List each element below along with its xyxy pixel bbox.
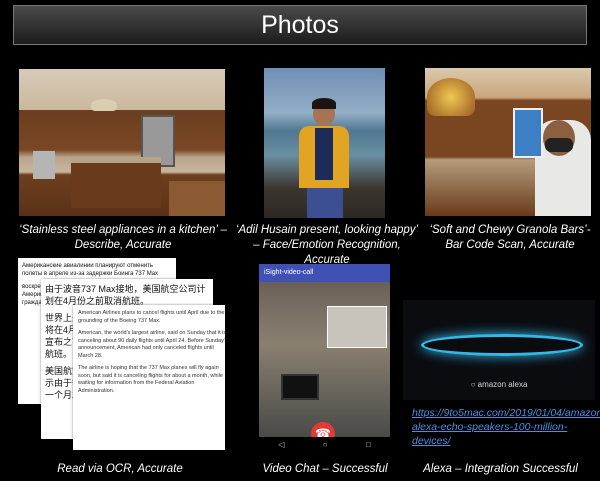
doc-en-paragraph: American, the world's largest airline, s…: [78, 330, 225, 359]
tiffany-lamp: [427, 78, 475, 116]
recents-icon[interactable]: □: [366, 440, 371, 449]
doc-en-paragraph: The airline is hoping that the 737 Max p…: [78, 365, 223, 394]
android-nav-bar: ◁ ○ □: [259, 437, 390, 451]
kitchen-island: [71, 157, 161, 208]
television: [281, 374, 319, 400]
doc-en-paragraph: American Airlines plans to cancel flight…: [78, 310, 225, 324]
floor: [169, 181, 225, 216]
video-caption: Video Chat – Successful: [262, 463, 388, 475]
home-icon[interactable]: ○: [323, 440, 328, 449]
alexa-device-image: ○ amazon alexa: [403, 300, 595, 400]
granola-caption: ‘Soft and Chewy Granola Bars’- Bar Code …: [429, 224, 591, 251]
local-video-preview: [327, 306, 387, 348]
amazon-alexa-logo: ○ amazon alexa: [470, 380, 528, 389]
hair: [312, 98, 336, 109]
app-title: iSight-video-call: [259, 264, 390, 282]
doc-zh-line: 由于波音737 Max接地，美国航空公司计划在4月份之前取消航班。: [45, 284, 206, 306]
portrait-caption: ‘Adil Husain present, looking happy’ – F…: [235, 224, 419, 266]
kitchen-photo: [19, 69, 225, 216]
granola-photo: [425, 68, 591, 216]
video-chat-screenshot: iSight-video-call ☎ ◁ ○ □: [259, 264, 390, 451]
alexa-source-link[interactable]: https://9to5mac.com/2019/01/04/amazon-al…: [412, 406, 600, 448]
alexa-caption: Alexa – Integration Successful: [423, 463, 578, 475]
page-title: Photos: [261, 10, 339, 39]
ocr-documents: Американские авиалинии планируют отменит…: [15, 255, 225, 450]
alexa-light-ring: [421, 334, 583, 356]
pants: [307, 188, 343, 218]
doc-ru-line: Американские авиалинии планируют отменит…: [22, 263, 159, 277]
fridge: [33, 151, 55, 179]
pendant-lamp: [91, 99, 117, 111]
kitchen-caption: ‘Stainless steel appliances in a kitchen…: [19, 224, 227, 251]
granola-box: [513, 108, 543, 158]
title-bar: Photos: [13, 5, 587, 45]
face-mask: [545, 138, 573, 152]
shirt: [315, 128, 333, 180]
ocr-caption: Read via OCR, Accurate: [57, 463, 183, 475]
portrait-photo: [264, 68, 385, 218]
back-icon[interactable]: ◁: [278, 440, 284, 449]
document-english: American Airlines plans to cancel flight…: [73, 305, 225, 450]
remote-video: ☎: [259, 282, 390, 446]
